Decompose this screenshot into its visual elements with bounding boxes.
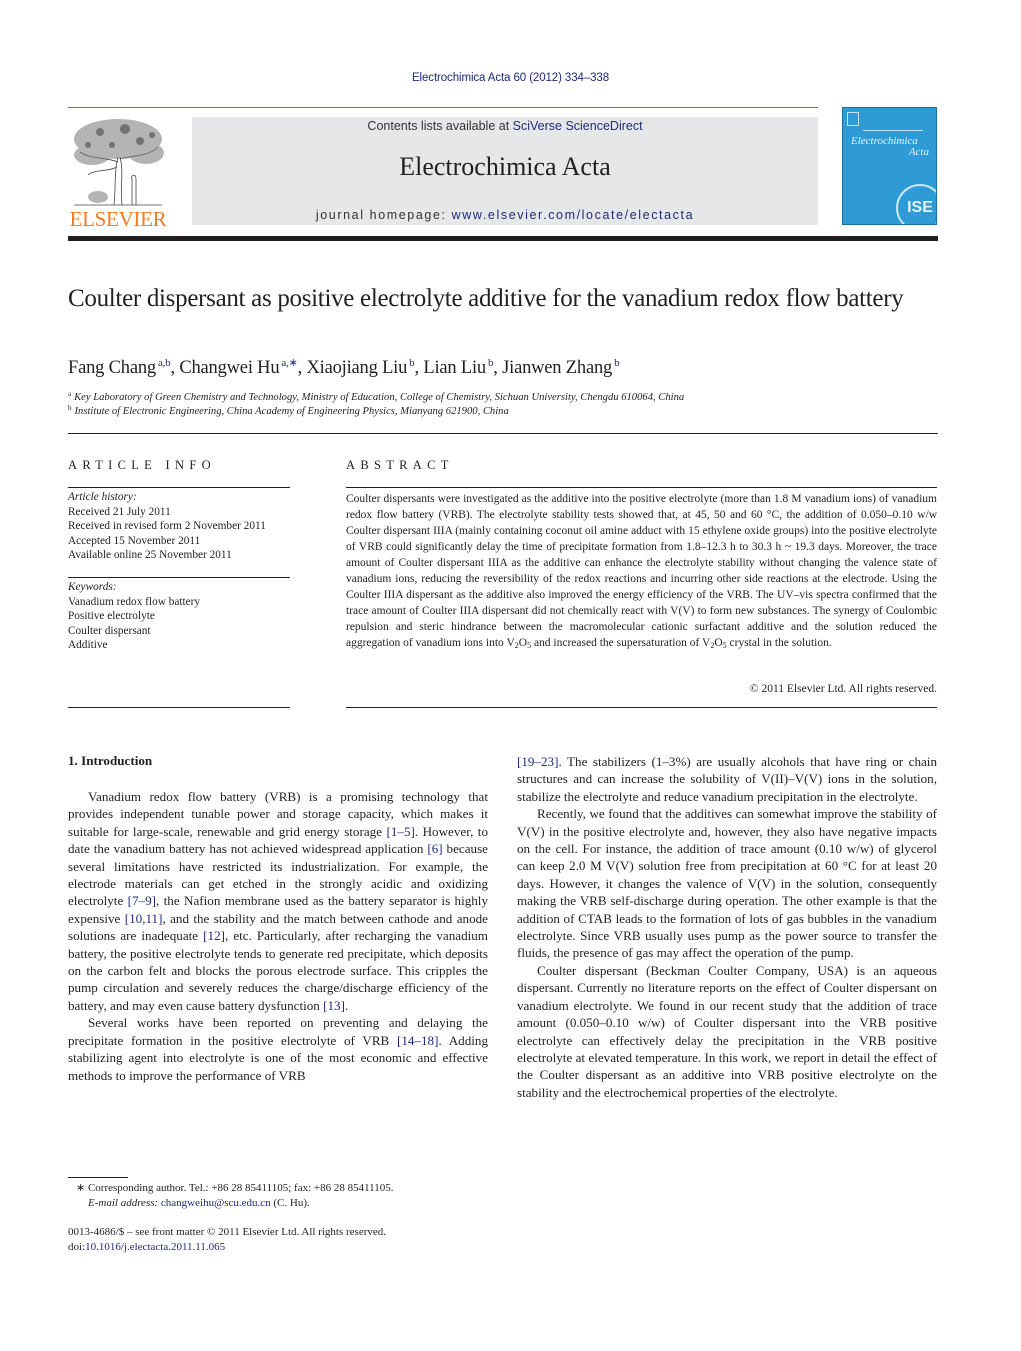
- article-title: Coulter dispersant as positive electroly…: [68, 285, 904, 312]
- citation-link[interactable]: [10,11]: [125, 911, 163, 926]
- citation-link[interactable]: [7–9]: [128, 893, 156, 908]
- author-list: Fang Chang a,b, Changwei Hu a,∗, Xiaojiang…: [68, 356, 620, 379]
- sciencedirect-link[interactable]: SciVerse ScienceDirect: [513, 119, 643, 133]
- homepage-link[interactable]: www.elsevier.com/locate/electacta: [452, 208, 694, 222]
- abstract-bottom-rule: [346, 707, 937, 708]
- body-paragraph: [19–23]. The stabilizers (1–3%) are usua…: [517, 753, 937, 805]
- journal-cover-thumbnail[interactable]: Electrochimica Acta ISE: [842, 107, 937, 225]
- body-left-column: Vanadium redox flow battery (VRB) is a p…: [68, 788, 488, 1084]
- header-divider: [68, 107, 818, 108]
- journal-citation[interactable]: Electrochimica Acta 60 (2012) 334–338: [0, 72, 1021, 84]
- email-link[interactable]: changweihu@scu.edu.cn: [161, 1197, 271, 1209]
- abstract-heading: ABSTRACT: [346, 458, 454, 472]
- cover-title-line2: Acta: [908, 146, 929, 158]
- author-affiliation-marker[interactable]: b: [614, 357, 620, 369]
- citation-link[interactable]: [12]: [203, 928, 225, 943]
- keywords-label: Keywords:: [68, 581, 117, 593]
- cover-publisher-icon: [847, 112, 859, 126]
- doi-link[interactable]: 10.1016/j.electacta.2011.11.065: [85, 1241, 225, 1253]
- abstract-formula: O: [714, 637, 723, 649]
- body-paragraph: Several works have been reported on prev…: [68, 1014, 488, 1084]
- issn-line: 0013-4686/$ – see front matter © 2011 El…: [68, 1226, 387, 1238]
- corresponding-author-footnote: ∗ Corresponding author. Tel.: +86 28 854…: [76, 1181, 394, 1211]
- author-separator: ,: [297, 358, 307, 378]
- footnote-marker: ∗: [76, 1182, 86, 1194]
- section-heading-introduction: 1. Introduction: [68, 753, 153, 768]
- affiliation-text: Key Laboratory of Green Chemistry and Te…: [74, 392, 685, 403]
- affiliation-key: a: [68, 390, 72, 398]
- homepage-prefix: journal homepage:: [315, 208, 452, 222]
- abstract-part1: Coulter dispersants were investigated as…: [346, 493, 937, 649]
- keyword: Coulter dispersant: [68, 624, 151, 637]
- keyword: Additive: [68, 639, 108, 652]
- citation-link[interactable]: [1–5]: [386, 824, 414, 839]
- ise-badge-icon: ISE: [896, 184, 936, 224]
- article-info-divider: [68, 487, 290, 488]
- author-name[interactable]: Lian Liu: [423, 358, 486, 378]
- keywords-divider: [68, 577, 290, 578]
- abstract-divider: [346, 487, 937, 488]
- body-paragraph: Recently, we found that the additives ca…: [517, 805, 937, 962]
- author-name[interactable]: Changwei Hu: [179, 358, 279, 378]
- front-matter: 0013-4686/$ – see front matter © 2011 El…: [68, 1225, 386, 1255]
- header-thick-rule: [68, 236, 938, 241]
- author-name[interactable]: Fang Chang: [68, 358, 156, 378]
- author-name[interactable]: Xiaojiang Liu: [307, 358, 408, 378]
- history-entry: Accepted 15 November 2011: [68, 534, 201, 547]
- body-paragraph: Coulter dispersant (Beckman Coulter Comp…: [517, 962, 937, 1101]
- email-suffix: (C. Hu).: [270, 1197, 310, 1209]
- cover-title-line1: Electrochimica: [851, 135, 918, 147]
- citation-link[interactable]: [19–23]: [517, 754, 558, 769]
- paragraph-text: .: [344, 997, 349, 1013]
- cover-divider: [863, 130, 923, 131]
- abstract-text: Coulter dispersants were investigated as…: [346, 491, 937, 651]
- history-entry: Available online 25 November 2011: [68, 549, 232, 562]
- section-divider: [68, 433, 938, 434]
- affiliation-key: b: [68, 404, 72, 412]
- elsevier-tree-icon: [74, 119, 164, 206]
- abstract-part3: crystal in the solution.: [726, 637, 832, 649]
- author-separator: ,: [493, 358, 503, 378]
- abstract-copyright: © 2011 Elsevier Ltd. All rights reserved…: [749, 683, 937, 695]
- elsevier-logo[interactable]: ELSEVIER: [66, 117, 170, 231]
- paragraph-text: Recently, we found that the additives ca…: [517, 806, 937, 961]
- affiliation-text: Institute of Electronic Engineering, Chi…: [74, 406, 509, 417]
- paragraph-text: . The stabilizers (1–3%) are usually alc…: [517, 754, 937, 804]
- body-right-column: [19–23]. The stabilizers (1–3%) are usua…: [517, 753, 937, 1101]
- keyword: Vanadium redox flow battery: [68, 595, 201, 608]
- keywords: Keywords: Vanadium redox flow battery Po…: [68, 580, 290, 653]
- affiliation-b: b Institute of Electronic Engineering, Ch…: [68, 404, 509, 417]
- author-name[interactable]: Jianwen Zhang: [502, 358, 612, 378]
- article-info-heading: ARTICLE INFO: [68, 458, 216, 472]
- journal-banner: Contents lists available at SciVerse Sci…: [192, 117, 818, 225]
- abstract-formula: O: [518, 637, 528, 649]
- contents-prefix: Contents lists available at: [367, 119, 513, 133]
- history-entry: Received in revised form 2 November 2011: [68, 520, 266, 533]
- author-separator: ,: [414, 358, 424, 378]
- author-separator: ,: [170, 358, 180, 378]
- elsevier-wordmark: ELSEVIER: [69, 207, 167, 231]
- contents-line: Contents lists available at SciVerse Sci…: [192, 119, 818, 133]
- cover-title: Electrochimica Acta: [851, 136, 929, 158]
- keyword: Positive electrolyte: [68, 610, 155, 623]
- homepage-line: journal homepage: www.elsevier.com/locat…: [192, 208, 818, 222]
- journal-name: Electrochimica Acta: [399, 152, 611, 181]
- citation-link[interactable]: [13]: [323, 998, 345, 1013]
- corresponding-author-text: Corresponding author. Tel.: +86 28 85411…: [85, 1182, 394, 1194]
- author-affiliation-marker[interactable]: a,∗: [281, 357, 297, 369]
- body-paragraph: Vanadium redox flow battery (VRB) is a p…: [68, 788, 488, 1014]
- footnote-rule: [68, 1177, 128, 1178]
- abstract-part2: and increased the supersaturation of V: [531, 637, 711, 649]
- doi-prefix: doi:: [68, 1241, 86, 1253]
- citation-link[interactable]: [14–18]: [397, 1033, 438, 1048]
- paragraph-text: Coulter dispersant (Beckman Coulter Comp…: [517, 962, 937, 1100]
- author-affiliation-marker[interactable]: a,b: [158, 357, 171, 369]
- article-info-bottom-rule: [68, 707, 290, 708]
- citation-link[interactable]: [6]: [427, 841, 442, 856]
- history-entry: Received 21 July 2011: [68, 505, 171, 518]
- article-history-label: Article history:: [68, 491, 137, 503]
- affiliation-a: a Key Laboratory of Green Chemistry and T…: [68, 390, 684, 403]
- email-label: E-mail address:: [88, 1197, 159, 1209]
- article-history: Article history: Received 21 July 2011 R…: [68, 490, 290, 563]
